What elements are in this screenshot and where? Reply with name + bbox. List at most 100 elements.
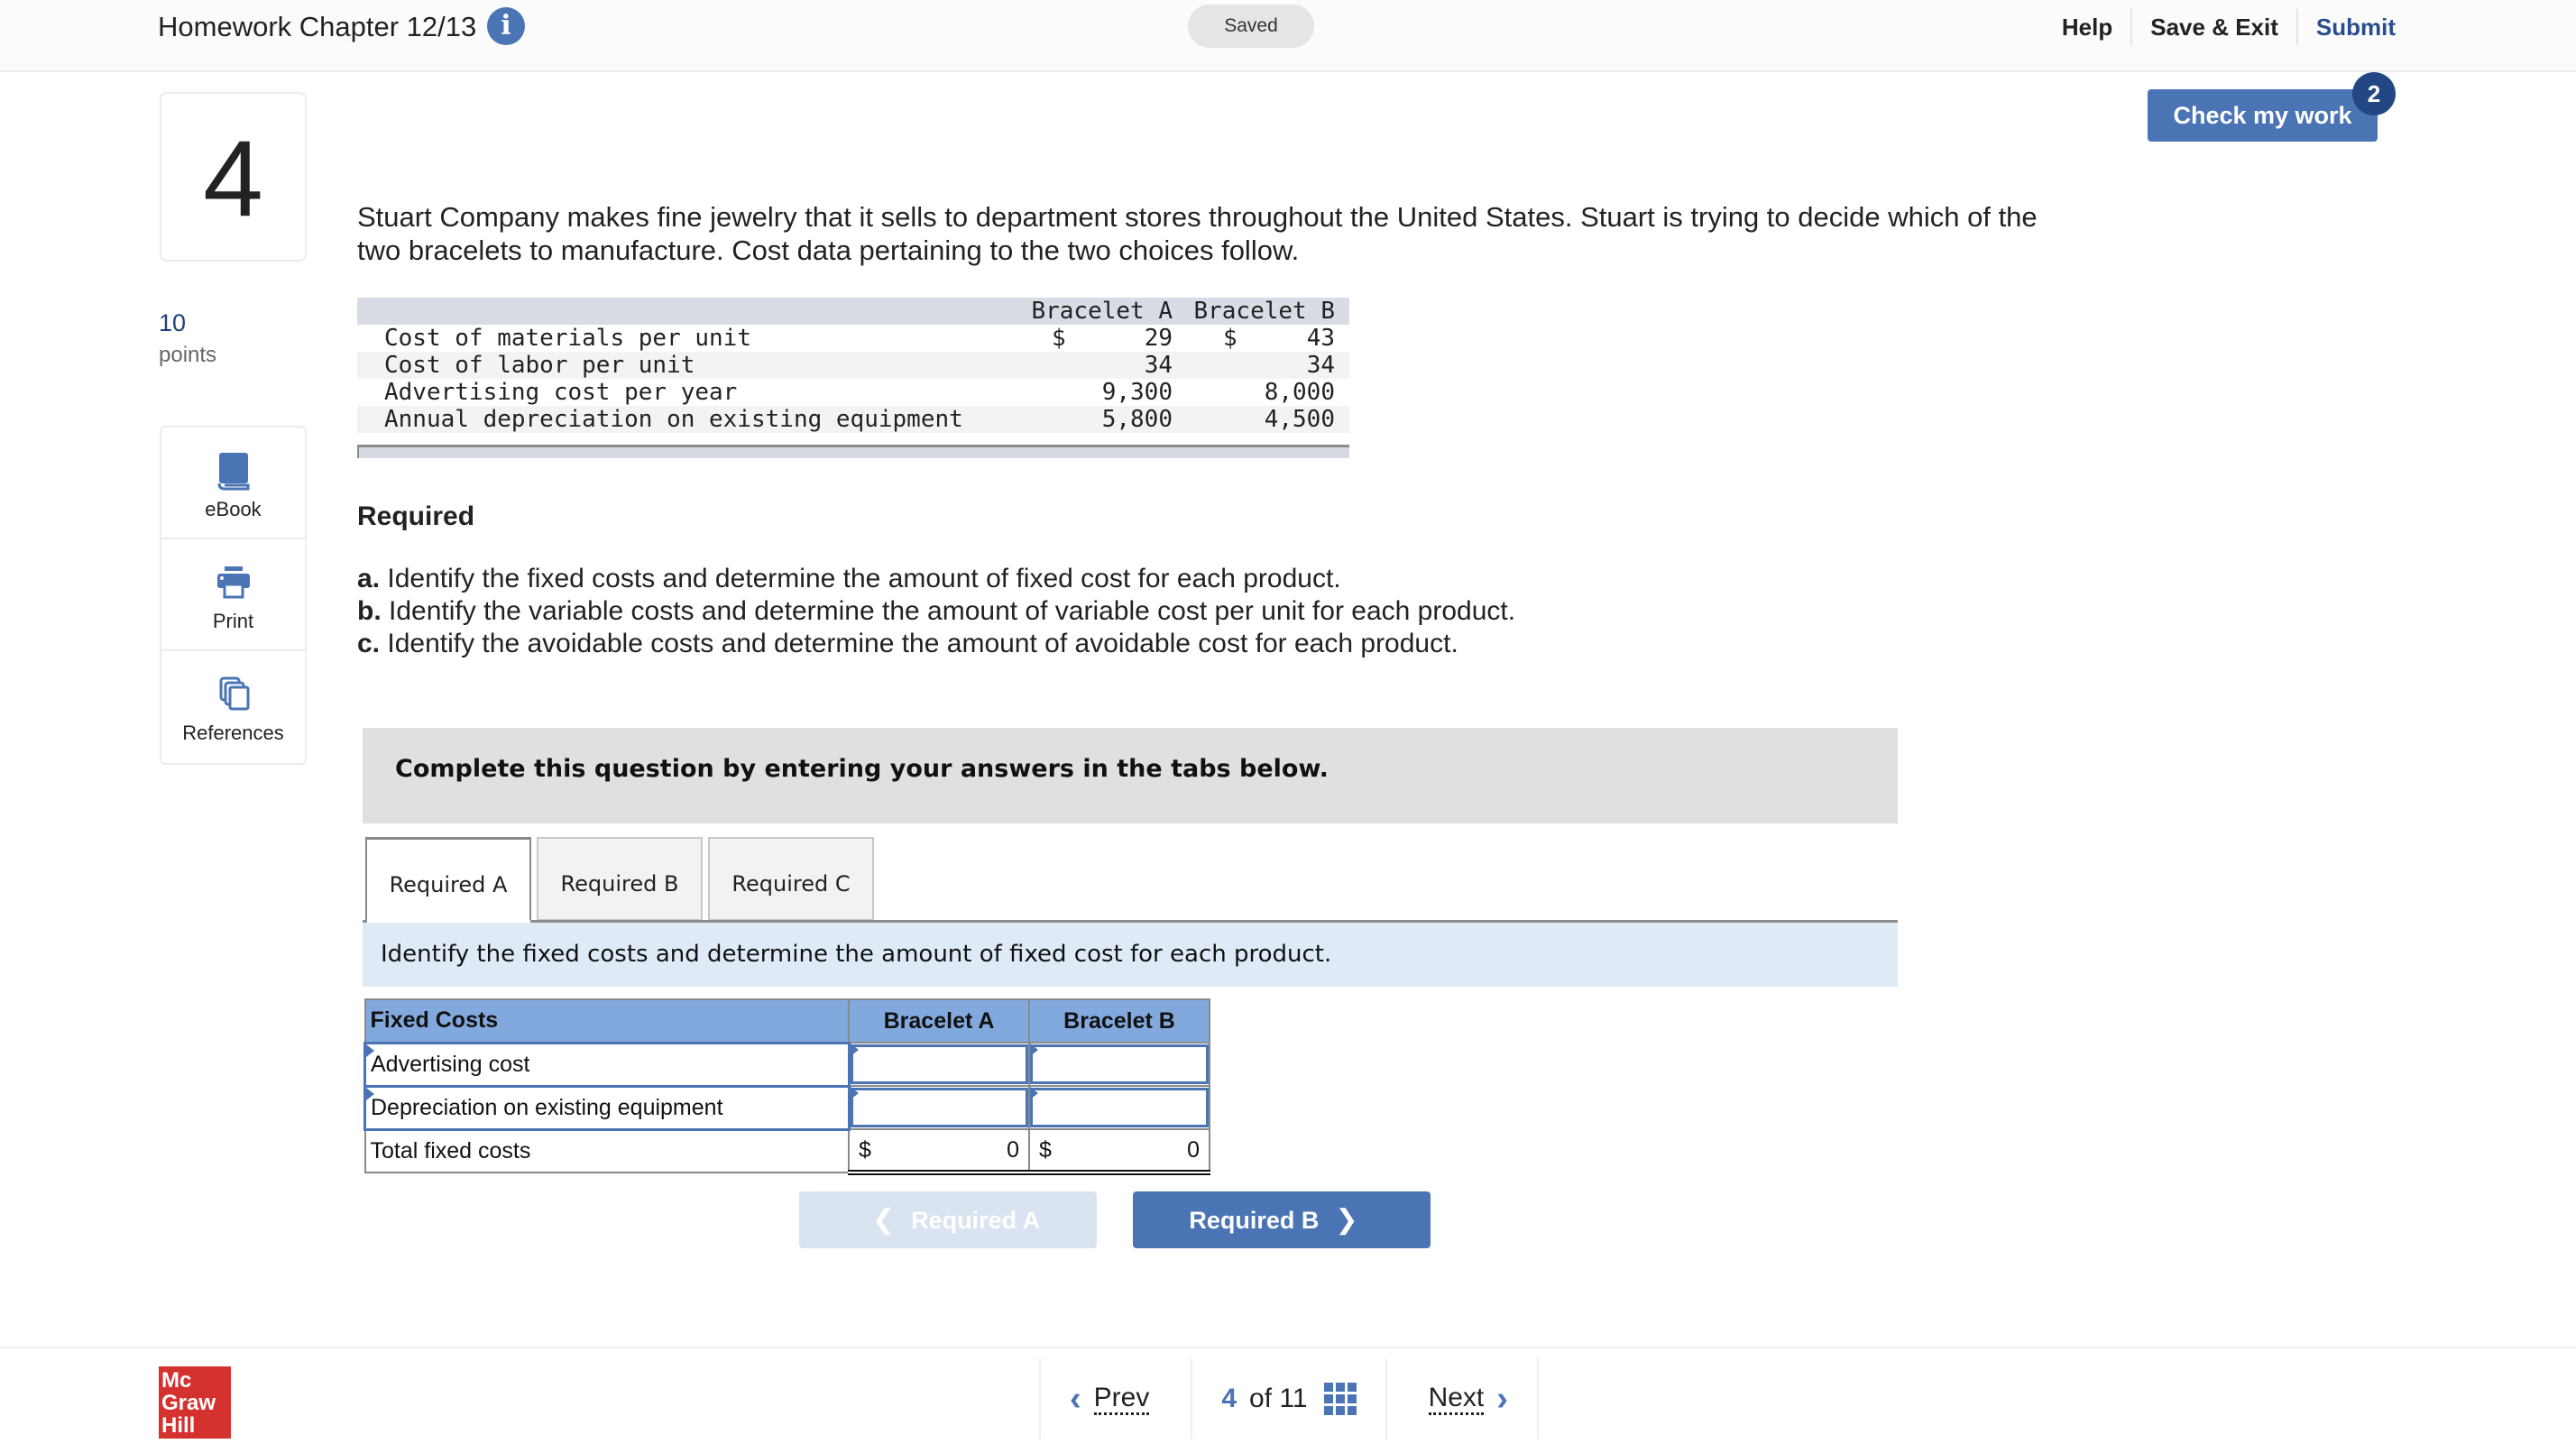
cost-header-a: Bracelet A xyxy=(1016,298,1187,325)
chevron-left-icon: ‹ xyxy=(1070,1379,1081,1418)
cost-header-label xyxy=(357,298,1016,325)
table-footer-bar xyxy=(357,445,1349,458)
bracelet-b-depreciation-input[interactable] xyxy=(1030,1088,1209,1127)
bracelet-a-depreciation-input[interactable] xyxy=(850,1088,1028,1127)
required-list: a. Identify the fixed costs and determin… xyxy=(357,563,1515,660)
footer-divider xyxy=(0,1347,2576,1348)
currency-symbol: $ xyxy=(1039,1136,1052,1163)
bracelet-b-value: 4,500 xyxy=(1187,406,1349,433)
bracelet-b-total: 0 xyxy=(1187,1136,1200,1163)
fixed-costs-answer-table: Fixed Costs Bracelet A Bracelet B Advert… xyxy=(363,998,1210,1175)
next-tab-button[interactable]: Required B ❯ xyxy=(1133,1191,1431,1248)
tab-instruction-text: Identify the fixed costs and determine t… xyxy=(381,941,1332,968)
check-attempts-badge: 2 xyxy=(2352,72,2396,115)
tools-panel: eBook Print References xyxy=(160,426,307,765)
bracelet-a-total: 0 xyxy=(1007,1136,1019,1163)
input-indicator-icon xyxy=(1030,1044,1038,1056)
points-value: 10 xyxy=(159,309,187,336)
top-bar: Homework Chapter 12/13 i Saved Help Save… xyxy=(0,0,2576,72)
info-icon[interactable]: i xyxy=(487,7,525,45)
bracelet-b-value: 43 xyxy=(1306,325,1335,352)
required-item: c. Identify the avoidable costs and dete… xyxy=(357,629,1458,658)
help-link[interactable]: Help xyxy=(2044,9,2130,45)
book-icon xyxy=(217,453,249,491)
bracelet-a-value: 5,800 xyxy=(1016,406,1187,433)
points-label: points xyxy=(159,343,217,367)
bracelet-b-header: Bracelet B xyxy=(1028,998,1210,1044)
chevron-right-icon: › xyxy=(1496,1379,1508,1418)
cost-row: Annual depreciation on existing equipmen… xyxy=(357,406,1349,433)
fixed-costs-header: Fixed Costs xyxy=(363,998,850,1044)
bracelet-b-advertising-input[interactable] xyxy=(1030,1044,1209,1084)
cost-row: Cost of labor per unit 34 34 xyxy=(357,352,1349,379)
prev-tab-button[interactable]: ❮ Required A xyxy=(799,1191,1097,1248)
cost-label-dropdown[interactable]: Advertising cost xyxy=(363,1041,851,1088)
instructions-text: Complete this question by entering your … xyxy=(395,755,1329,783)
currency-symbol: $ xyxy=(1223,325,1237,352)
print-label: Print xyxy=(212,610,254,632)
question-number: 4 xyxy=(160,92,307,262)
cost-row: Advertising cost per year 9,300 8,000 xyxy=(357,379,1349,406)
cost-row-label: Cost of labor per unit xyxy=(357,352,1016,379)
currency-symbol: $ xyxy=(1052,325,1066,352)
required-item: b. Identify the variable costs and deter… xyxy=(357,596,1516,626)
dropdown-indicator-icon xyxy=(366,1087,374,1100)
cost-table-header: Bracelet A Bracelet B xyxy=(357,298,1349,325)
currency-symbol: $ xyxy=(859,1136,871,1163)
required-item: a. Identify the fixed costs and determin… xyxy=(357,564,1341,593)
bracelet-a-value: 34 xyxy=(1016,352,1187,379)
check-my-work-button[interactable]: Check my work xyxy=(2148,89,2378,142)
required-heading: Required xyxy=(357,501,475,531)
references-button[interactable]: References xyxy=(161,651,305,763)
cost-row-label: Advertising cost per year xyxy=(384,379,738,406)
current-question: 4 xyxy=(1221,1384,1237,1413)
bracelet-b-value: 8,000 xyxy=(1264,379,1335,406)
save-status-badge: Saved xyxy=(1188,5,1314,48)
chevron-right-icon: ❯ xyxy=(1335,1205,1358,1235)
input-indicator-icon xyxy=(1030,1087,1038,1099)
tab-required-a[interactable]: Required A xyxy=(365,837,531,923)
answer-row: Advertising cost xyxy=(363,1041,1210,1088)
bracelet-a-advertising-input[interactable] xyxy=(850,1044,1028,1084)
grid-icon xyxy=(1323,1383,1357,1415)
references-label: References xyxy=(182,722,284,744)
tab-required-c[interactable]: Required C xyxy=(708,837,874,921)
bracelet-a-value: 9,300 xyxy=(1101,379,1173,406)
ebook-label: eBook xyxy=(205,498,262,520)
total-questions: 11 xyxy=(1279,1384,1308,1413)
cost-row-label: Cost of materials per unit xyxy=(384,325,751,352)
input-indicator-icon xyxy=(850,1087,859,1099)
answer-tabs: Required A Required B Required C xyxy=(365,837,879,923)
chevron-left-icon: ❮ xyxy=(871,1205,896,1235)
save-exit-link[interactable]: Save & Exit xyxy=(2130,9,2296,45)
copy-icon xyxy=(219,676,249,711)
tab-instruction-bar: Identify the fixed costs and determine t… xyxy=(363,923,1898,987)
dropdown-indicator-icon xyxy=(366,1044,374,1057)
print-button[interactable]: Print xyxy=(161,539,305,651)
bracelet-a-header: Bracelet A xyxy=(848,998,1030,1044)
cost-header-b: Bracelet B xyxy=(1187,298,1349,325)
input-indicator-icon xyxy=(850,1044,859,1056)
question-text: Stuart Company makes fine jewelry that i… xyxy=(357,201,2038,266)
question-navigator[interactable]: 4 of 11 xyxy=(1192,1358,1387,1439)
instructions-banner: Complete this question by entering your … xyxy=(363,728,1898,823)
printer-icon xyxy=(216,566,250,599)
bracelet-a-value: 29 xyxy=(1144,325,1173,352)
total-row: Total fixed costs $0 $0 xyxy=(363,1128,1210,1175)
bracelet-b-value: 34 xyxy=(1187,352,1349,379)
submit-link[interactable]: Submit xyxy=(2295,9,2414,45)
ebook-button[interactable]: eBook xyxy=(161,428,305,539)
assignment-title: Homework Chapter 12/13 xyxy=(158,11,477,42)
question-pager: ‹ Prev 4 of 11 Next › xyxy=(1039,1358,1539,1439)
cost-label-dropdown[interactable]: Depreciation on existing equipment xyxy=(363,1084,851,1131)
cost-row-label: Annual depreciation on existing equipmen… xyxy=(357,406,1016,433)
total-label: Total fixed costs xyxy=(363,1128,850,1173)
header-links: Help Save & Exit Submit xyxy=(2044,9,2576,45)
tab-required-b[interactable]: Required B xyxy=(537,837,703,921)
next-question-button[interactable]: Next › xyxy=(1387,1358,1539,1439)
answer-row: Depreciation on existing equipment xyxy=(363,1084,1210,1131)
cost-data-table: Bracelet A Bracelet B Cost of materials … xyxy=(357,298,1349,433)
cost-row: Cost of materials per unit $29 $43 xyxy=(357,325,1349,352)
prev-question-button[interactable]: ‹ Prev xyxy=(1041,1358,1193,1439)
mcgraw-hill-logo: Mc Graw Hill xyxy=(159,1366,231,1439)
